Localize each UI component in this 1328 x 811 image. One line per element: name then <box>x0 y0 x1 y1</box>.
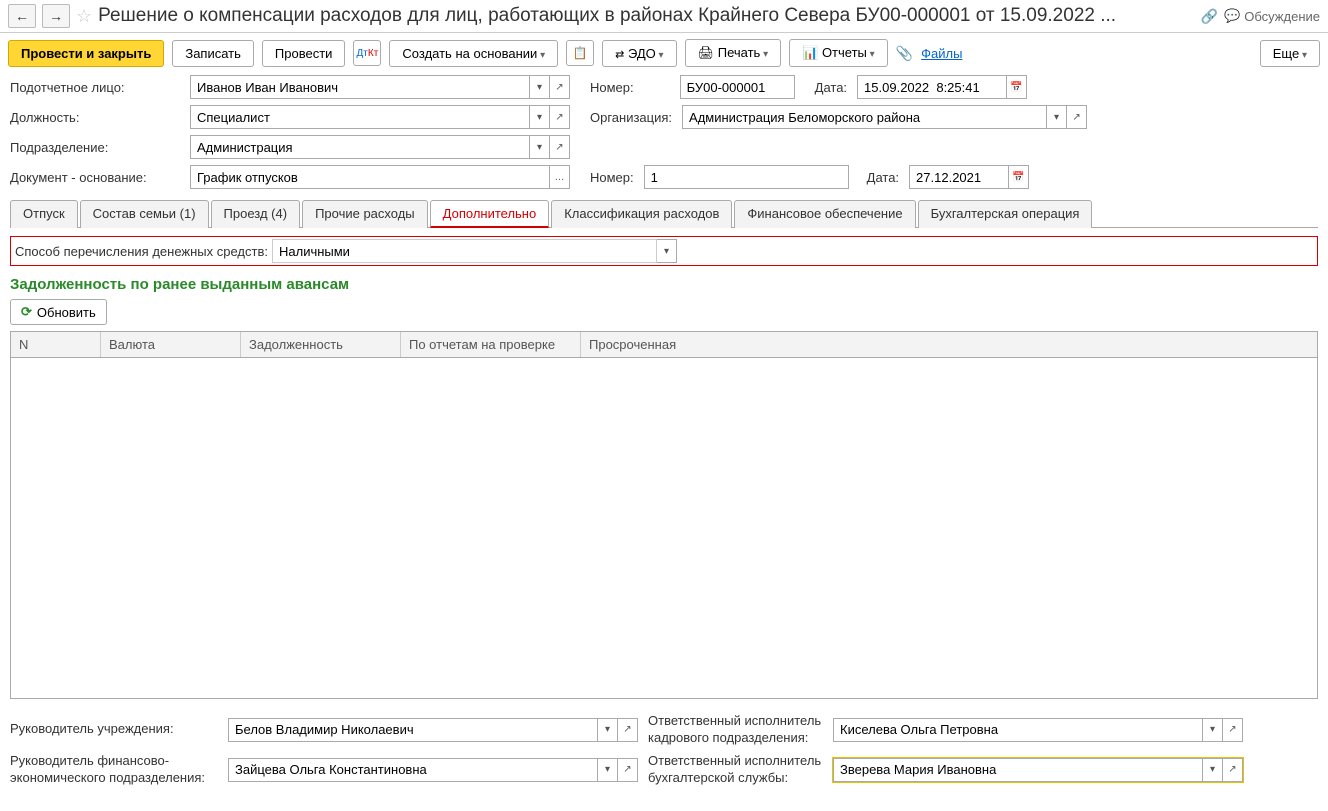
tab-financing[interactable]: Финансовое обеспечение <box>734 200 915 228</box>
fin-head-input[interactable] <box>228 758 598 782</box>
refresh-icon: ⟳ <box>21 304 32 320</box>
edo-label: ЭДО <box>628 46 656 61</box>
debt-table: N Валюта Задолженность По отчетам на про… <box>10 331 1318 699</box>
basis-select[interactable]: … <box>550 165 570 189</box>
favorite-icon[interactable]: ☆ <box>76 6 92 27</box>
position-label: Должность: <box>10 110 180 125</box>
basis-number-input[interactable] <box>644 165 849 189</box>
forward-button[interactable]: → <box>42 4 70 28</box>
date-picker[interactable]: 📅 <box>1007 75 1027 99</box>
acc-open[interactable]: ↗ <box>1223 758 1243 782</box>
refresh-button[interactable]: ⟳ Обновить <box>10 299 107 325</box>
date-label: Дата: <box>815 80 847 95</box>
basis-date-input[interactable] <box>909 165 1009 189</box>
tab-accounting[interactable]: Бухгалтерская операция <box>918 200 1093 228</box>
person-label: Подотчетное лицо: <box>10 80 180 95</box>
person-input[interactable] <box>190 75 530 99</box>
files-link[interactable]: Файлы <box>921 46 962 61</box>
page-title: Решение о компенсации расходов для лиц, … <box>98 5 1194 27</box>
number-input[interactable] <box>680 75 795 99</box>
acc-label: Ответственный исполнитель бухгалтерской … <box>648 753 823 787</box>
org-dropdown[interactable]: ▾ <box>1047 105 1067 129</box>
th-on-check[interactable]: По отчетам на проверке <box>401 332 581 357</box>
head-label: Руководитель учреждения: <box>10 721 218 738</box>
save-button[interactable]: Записать <box>172 40 254 67</box>
hr-label: Ответственный исполнитель кадрового подр… <box>648 713 823 747</box>
th-debt[interactable]: Задолженность <box>241 332 401 357</box>
transfer-input[interactable] <box>272 239 657 263</box>
transfer-method-row: Способ перечисления денежных средств: ▾ <box>10 236 1318 266</box>
tab-classification[interactable]: Классификация расходов <box>551 200 732 228</box>
dept-input[interactable] <box>190 135 530 159</box>
position-input[interactable] <box>190 105 530 129</box>
dept-label: Подразделение: <box>10 140 180 155</box>
basis-date-label: Дата: <box>867 170 899 185</box>
tab-vacation[interactable]: Отпуск <box>10 200 78 228</box>
th-currency[interactable]: Валюта <box>101 332 241 357</box>
dtkt-icon-button[interactable]: ДтКт <box>353 40 381 66</box>
fin-head-open[interactable]: ↗ <box>618 758 638 782</box>
debt-header: Задолженность по ранее выданным авансам <box>10 276 1318 293</box>
number-label: Номер: <box>590 80 634 95</box>
hr-dropdown[interactable]: ▾ <box>1203 718 1223 742</box>
discussion-button[interactable]: 💬 Обсуждение <box>1224 8 1320 24</box>
position-dropdown[interactable]: ▾ <box>530 105 550 129</box>
th-n[interactable]: N <box>11 332 101 357</box>
tab-travel[interactable]: Проезд (4) <box>211 200 301 228</box>
acc-input[interactable] <box>833 758 1203 782</box>
acc-dropdown[interactable]: ▾ <box>1203 758 1223 782</box>
head-dropdown[interactable]: ▾ <box>598 718 618 742</box>
table-body <box>11 358 1317 698</box>
person-open[interactable]: ↗ <box>550 75 570 99</box>
th-overdue[interactable]: Просроченная <box>581 332 1317 357</box>
tab-additional[interactable]: Дополнительно <box>430 200 550 228</box>
head-open[interactable]: ↗ <box>618 718 638 742</box>
attachment-icon[interactable]: 📎 <box>896 45 913 62</box>
edo-button[interactable]: ⇄ ЭДО <box>602 40 676 67</box>
org-open[interactable]: ↗ <box>1067 105 1087 129</box>
print-label: Печать <box>718 45 761 60</box>
post-and-close-button[interactable]: Провести и закрыть <box>8 40 164 67</box>
reports-label: Отчеты <box>822 45 867 60</box>
fin-head-label: Руководитель финансово-экономического по… <box>10 753 218 787</box>
tab-family[interactable]: Состав семьи (1) <box>80 200 209 228</box>
basis-input[interactable] <box>190 165 550 189</box>
discussion-label: Обсуждение <box>1244 9 1320 24</box>
post-button[interactable]: Провести <box>262 40 346 67</box>
reports-button[interactable]: 📊 Отчеты <box>789 39 888 67</box>
basis-date-picker[interactable]: 📅 <box>1009 165 1029 189</box>
dept-open[interactable]: ↗ <box>550 135 570 159</box>
back-button[interactable]: ← <box>8 4 36 28</box>
transfer-dropdown[interactable]: ▾ <box>657 239 677 263</box>
person-dropdown[interactable]: ▾ <box>530 75 550 99</box>
org-input[interactable] <box>682 105 1047 129</box>
hr-input[interactable] <box>833 718 1203 742</box>
tab-other-expenses[interactable]: Прочие расходы <box>302 200 428 228</box>
head-input[interactable] <box>228 718 598 742</box>
chat-icon: 💬 <box>1224 8 1240 24</box>
stamp-icon-button[interactable]: 📋 <box>566 40 594 66</box>
org-label: Организация: <box>590 110 672 125</box>
position-open[interactable]: ↗ <box>550 105 570 129</box>
print-button[interactable]: 🖨 Печать <box>685 39 782 67</box>
basis-number-label: Номер: <box>590 170 634 185</box>
more-button[interactable]: Еще <box>1260 40 1320 67</box>
dept-dropdown[interactable]: ▾ <box>530 135 550 159</box>
date-input[interactable] <box>857 75 1007 99</box>
hr-open[interactable]: ↗ <box>1223 718 1243 742</box>
create-based-button[interactable]: Создать на основании <box>389 40 558 67</box>
refresh-label: Обновить <box>37 305 96 320</box>
link-icon[interactable]: 🔗 <box>1201 8 1218 25</box>
basis-label: Документ - основание: <box>10 170 180 185</box>
transfer-label: Способ перечисления денежных средств: <box>15 244 268 259</box>
fin-head-dropdown[interactable]: ▾ <box>598 758 618 782</box>
